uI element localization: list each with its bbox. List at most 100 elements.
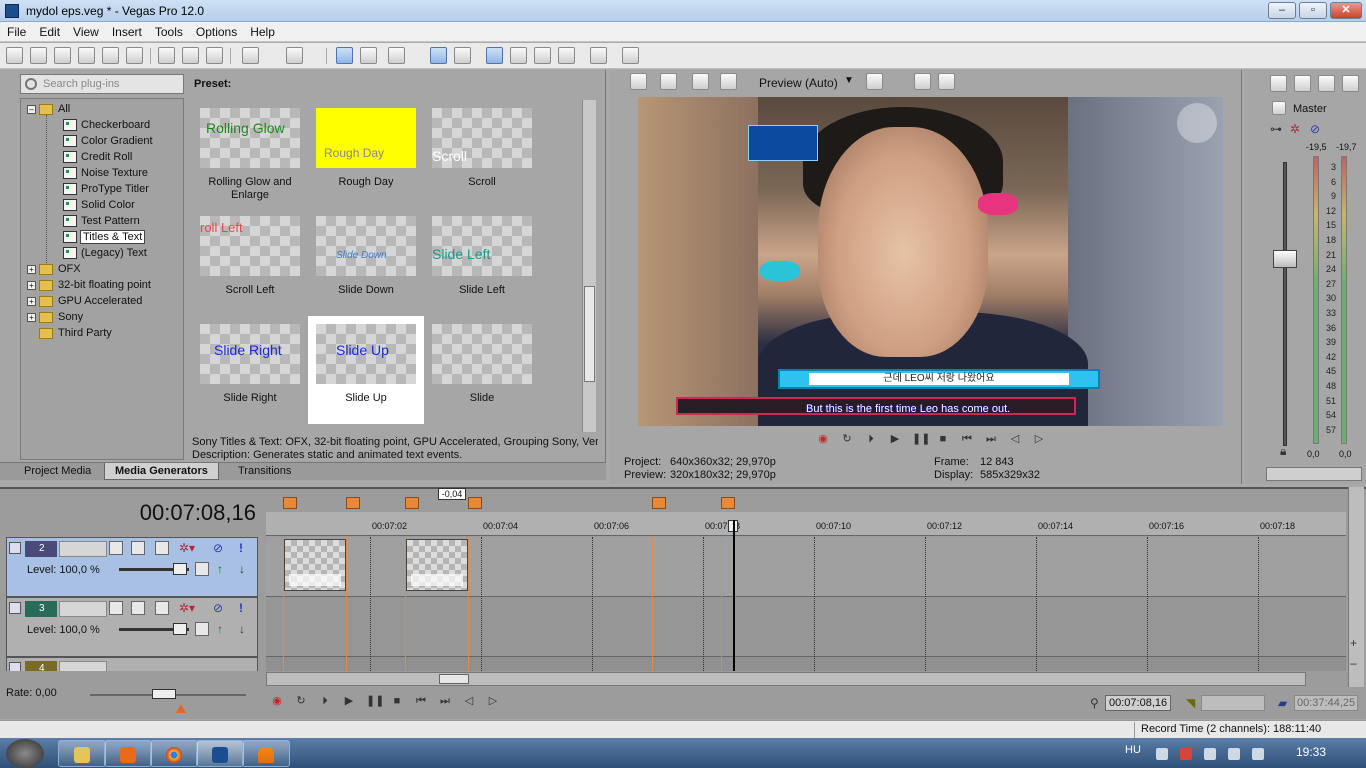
preset-slide-up[interactable]: Slide Up Slide Up [308, 316, 424, 424]
track-header-3[interactable]: 3 ✲▾ ⊘ ! Level: 100,0 % ↑ ↓ [6, 597, 258, 657]
loop-icon[interactable]: ↻ [840, 432, 854, 446]
track-header-4[interactable]: 4 [6, 657, 258, 671]
master-bus-icon[interactable] [1272, 101, 1286, 115]
close-button[interactable]: ✕ [1330, 2, 1362, 19]
stop-icon[interactable]: ■ [936, 432, 950, 446]
lock-icon[interactable]: 🔒︎ [1280, 444, 1286, 458]
ignore-grouping-icon[interactable] [534, 47, 551, 64]
new-project-icon[interactable] [6, 47, 23, 64]
preset-slide-down[interactable]: Slide Down Slide Down [308, 208, 424, 316]
preset-slide-left[interactable]: Slide Left Slide Left [424, 208, 540, 316]
mixer-window-icon[interactable] [1270, 75, 1287, 92]
text-event[interactable] [284, 539, 346, 591]
track-name-field[interactable] [59, 601, 107, 617]
marker[interactable] [652, 497, 666, 509]
play-icon[interactable]: ▶ [342, 694, 356, 708]
zoom-in-icon[interactable]: + [1350, 636, 1357, 650]
parent-motion-icon[interactable] [131, 541, 145, 555]
up-arrow-icon[interactable]: ↑ [217, 622, 223, 636]
events-fx-icon[interactable] [590, 47, 607, 64]
network-warning-icon[interactable] [1180, 748, 1192, 760]
open-folder-icon[interactable] [30, 47, 47, 64]
marker[interactable] [346, 497, 360, 509]
tab-media-generators[interactable]: Media Generators [104, 463, 219, 480]
zoom-out-icon[interactable]: – [1350, 656, 1357, 670]
marker[interactable] [405, 497, 419, 509]
track-minimize-icon[interactable] [9, 602, 21, 614]
menu-options[interactable]: Options [189, 22, 243, 39]
menu-file[interactable]: File [0, 22, 32, 39]
external-monitor-icon[interactable] [660, 73, 677, 90]
grid-icon[interactable] [866, 73, 883, 90]
language-indicator[interactable]: HU [1125, 744, 1141, 756]
expand-icon[interactable]: + [27, 280, 36, 290]
preset-slide-right[interactable]: Slide Right Slide Right [192, 316, 308, 424]
save-as-icon[interactable] [78, 47, 95, 64]
track-expand-icon[interactable] [195, 622, 209, 636]
tree-item-credit-roll[interactable]: Credit Roll [63, 149, 132, 165]
pause-icon[interactable]: ❚❚ [366, 694, 384, 708]
cursor-position-field[interactable]: 00:07:08,16 [1105, 695, 1171, 711]
composite-mode-icon[interactable] [109, 541, 123, 555]
up-arrow-icon[interactable]: ↑ [217, 562, 223, 576]
mixer-properties-icon[interactable] [1342, 75, 1359, 92]
parent-motion-icon[interactable] [131, 601, 145, 615]
tree-item-solid-color[interactable]: Solid Color [63, 197, 135, 213]
overlays-icon[interactable] [720, 73, 737, 90]
show-hidden-icons-icon[interactable] [1156, 748, 1168, 760]
track-level-knob[interactable] [173, 623, 187, 635]
rate-knob[interactable] [152, 689, 176, 699]
preview-quality-dropdown[interactable]: Preview (Auto) [759, 76, 838, 90]
mute-icon[interactable]: ⊘ [213, 541, 223, 555]
expand-icon[interactable]: + [27, 264, 36, 274]
save-icon[interactable] [54, 47, 71, 64]
copy-icon[interactable] [182, 47, 199, 64]
master-fader[interactable] [1273, 250, 1297, 268]
copy-snapshot-icon[interactable] [914, 73, 931, 90]
downmix-icon[interactable] [1294, 75, 1311, 92]
preset-scrollbar[interactable] [582, 100, 596, 432]
whats-this-help-icon[interactable] [622, 47, 639, 64]
redo-icon[interactable] [286, 47, 303, 64]
preset-rough-day[interactable]: Rough Day Rough Day [308, 100, 424, 208]
go-to-end-icon[interactable]: ⏭ [438, 694, 452, 708]
marker[interactable] [283, 497, 297, 509]
next-frame-icon[interactable]: ▷ [1032, 432, 1046, 446]
tree-item-checkerboard[interactable]: Checkerboard [63, 117, 150, 133]
menu-view[interactable]: View [66, 22, 105, 39]
split-screen-icon[interactable] [692, 73, 709, 90]
search-plugins-input[interactable]: Search plug-ins [20, 74, 184, 94]
paste-icon[interactable] [206, 47, 223, 64]
selection-length-field[interactable]: 00:37:44,25 [1294, 695, 1358, 711]
preset-scroll[interactable]: Scroll Scroll [424, 100, 540, 208]
preview-properties-icon[interactable] [630, 73, 647, 90]
tree-item-legacy-text[interactable]: (Legacy) Text [63, 245, 147, 261]
play-from-start-icon[interactable]: ⏵ [318, 694, 332, 708]
selection-tool-icon[interactable] [388, 47, 405, 64]
clock[interactable]: 19:33 [1296, 745, 1326, 759]
next-frame-icon[interactable]: ▷ [486, 694, 500, 708]
power-icon[interactable] [1204, 748, 1216, 760]
envelope-tool-icon[interactable] [360, 47, 377, 64]
record-icon[interactable]: ◉ [816, 432, 830, 446]
tree-item-noise-texture[interactable]: Noise Texture [63, 165, 148, 181]
track-expand-icon[interactable] [195, 562, 209, 576]
record-icon[interactable]: ◉ [270, 694, 284, 708]
mute-icon[interactable]: ⊘ [213, 601, 223, 615]
dim-output-icon[interactable] [1318, 75, 1335, 92]
tree-item-third-party[interactable]: Third Party [39, 325, 112, 341]
track-name-field[interactable] [59, 661, 107, 671]
expand-icon[interactable]: + [27, 312, 36, 322]
auto-crossfade-icon[interactable] [510, 47, 527, 64]
taskbar-vegas[interactable] [196, 740, 244, 767]
pause-icon[interactable]: ❚❚ [912, 432, 930, 446]
tree-item-sony[interactable]: + Sony [27, 309, 83, 325]
tree-item-all[interactable]: – All [27, 101, 70, 117]
mute-icon[interactable]: ⊘ [1310, 122, 1320, 136]
minimize-button[interactable]: – [1268, 2, 1296, 19]
track-minimize-icon[interactable] [9, 542, 21, 554]
go-to-end-icon[interactable]: ⏭ [984, 432, 998, 446]
go-to-start-icon[interactable]: ⏮ [414, 694, 428, 708]
taskbar-explorer[interactable] [58, 740, 106, 767]
track-level-knob[interactable] [173, 563, 187, 575]
